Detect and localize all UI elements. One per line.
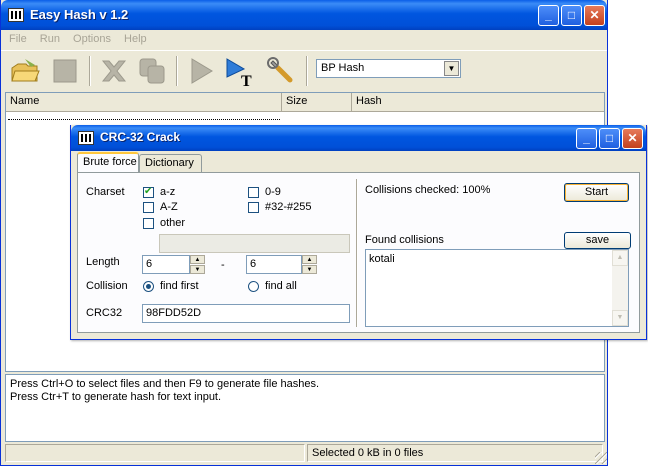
charset-09-label[interactable]: 0-9 [265,186,281,198]
dialog-maximize-button[interactable]: □ [599,128,620,149]
app-icon [78,131,94,145]
column-hash[interactable]: Hash [352,93,604,112]
copy-icon[interactable] [136,55,168,87]
run-icon[interactable] [185,55,217,87]
charset-az-label[interactable]: a-z [160,186,175,198]
panel-divider [356,179,358,327]
length-label: Length [86,256,120,268]
tab-brute-force[interactable]: Brute force [77,152,139,173]
collision-find-first-radio[interactable] [143,281,154,292]
toolbar: T BP Hash ▼ [1,50,607,90]
app-icon [8,8,24,22]
charset-extended-label[interactable]: #32-#255 [265,201,312,213]
dialog-title: CRC-32 Crack [100,130,181,144]
menu-run[interactable]: Run [35,30,65,48]
crc32-input[interactable]: 98FDD52D [142,304,350,323]
length-min-spinner[interactable]: ▲ ▼ [190,255,205,274]
length-range-dash: - [221,259,225,271]
collision-label: Collision [86,280,128,292]
charset-az-checkbox[interactable] [143,186,154,198]
dialog-titlebar[interactable]: CRC-32 Crack _ □ ✕ [71,125,646,151]
info-line: Press Ctr+T to generate hash for text in… [10,391,222,403]
collisions-checked-status: Collisions checked: 100% [365,184,491,196]
toolbar-separator [306,56,308,86]
charset-other-label[interactable]: other [160,217,185,229]
charset-AZ-checkbox[interactable] [143,202,154,213]
tab-dictionary[interactable]: Dictionary [139,154,202,172]
collision-find-all-label[interactable]: find all [265,280,297,292]
settings-wrench-icon[interactable] [265,55,297,87]
status-text: Selected 0 kB in 0 files [307,444,603,462]
info-text-area: Press Ctrl+O to select files and then F9… [5,374,605,442]
scroll-up-icon[interactable]: ▲ [612,250,628,266]
collision-find-first-label[interactable]: find first [160,280,199,292]
menu-help[interactable]: Help [119,30,152,48]
text-hash-icon[interactable]: T [224,55,256,87]
chevron-down-icon[interactable]: ▼ [444,61,459,76]
charset-09-checkbox[interactable] [248,187,259,198]
charset-other-checkbox[interactable] [143,218,154,229]
open-folder-icon[interactable] [9,55,41,87]
scroll-down-icon[interactable]: ▼ [612,310,628,326]
crc32-label: CRC32 [86,307,123,319]
close-button[interactable]: ✕ [584,5,605,26]
collision-find-all-radio[interactable] [248,281,259,292]
other-charset-input[interactable] [159,234,350,253]
svg-text:T: T [241,73,252,87]
found-collisions-label: Found collisions [365,234,444,246]
delete-icon[interactable] [98,55,130,87]
focus-row-indicator [8,119,280,120]
list-item[interactable]: kotali [369,253,395,265]
file-list-header: Name Size Hash [6,93,604,112]
menu-options[interactable]: Options [68,30,116,48]
results-scrollbar[interactable]: ▲ ▼ [612,250,628,326]
spin-down-icon[interactable]: ▼ [190,265,205,274]
hash-algorithm-select[interactable]: BP Hash ▼ [316,59,461,78]
column-size[interactable]: Size [282,93,352,112]
dialog-close-button[interactable]: ✕ [622,128,643,149]
charset-extended-checkbox[interactable] [248,202,259,213]
menu-file[interactable]: File [4,30,32,48]
main-window-title: Easy Hash v 1.2 [30,7,129,22]
found-collisions-list[interactable]: kotali ▲ ▼ [365,249,629,327]
charset-AZ-label[interactable]: A-Z [160,201,178,213]
toolbar-separator [89,56,91,86]
stop-icon[interactable] [49,55,81,87]
toolbar-separator [176,56,178,86]
dialog-minimize-button[interactable]: _ [576,128,597,149]
maximize-button[interactable]: □ [561,5,582,26]
length-max-input[interactable]: 6 [246,255,302,274]
charset-label: Charset [86,186,125,198]
menu-bar: File Run Options Help [1,30,607,50]
length-min-input[interactable]: 6 [142,255,190,274]
start-button[interactable]: Start [564,183,629,202]
length-max-spinner[interactable]: ▲ ▼ [302,255,317,274]
crc32-crack-dialog: CRC-32 Crack _ □ ✕ Brute force Dictionar… [70,125,647,340]
resize-grip[interactable] [595,452,607,464]
column-name[interactable]: Name [6,93,282,112]
main-titlebar[interactable]: Easy Hash v 1.2 _ □ ✕ [1,0,607,30]
minimize-button[interactable]: _ [538,5,559,26]
status-pane-empty [5,444,305,462]
spin-down-icon[interactable]: ▼ [302,265,317,274]
spin-up-icon[interactable]: ▲ [302,255,317,264]
spin-up-icon[interactable]: ▲ [190,255,205,264]
status-bar: Selected 0 kB in 0 files [5,444,607,464]
info-line: Press Ctrl+O to select files and then F9… [10,378,320,390]
hash-algorithm-value: BP Hash [321,62,365,74]
save-button[interactable]: save [564,232,631,249]
